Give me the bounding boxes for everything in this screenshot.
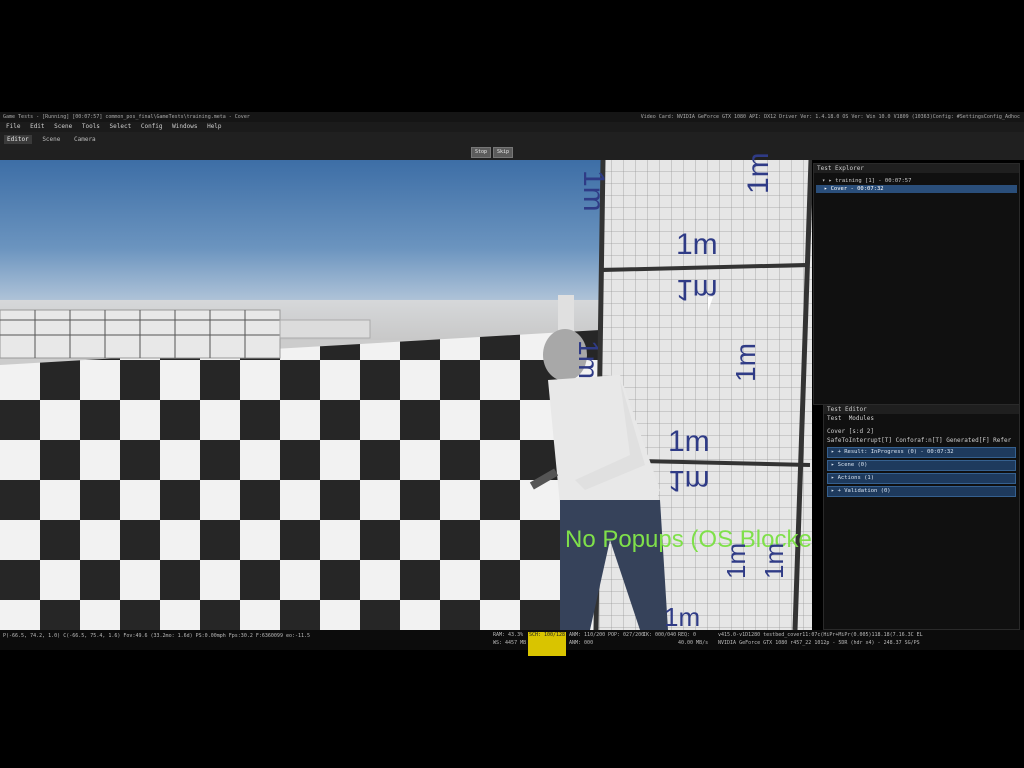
sch-stat: SCH: 100/128 <box>528 632 566 638</box>
tree-item-cover[interactable]: ▸ Cover - 00:07:32 <box>816 185 1017 193</box>
tab-editor[interactable]: Editor <box>4 135 32 144</box>
anm-stat: ANM: 110/200 <box>569 632 606 638</box>
wall-label: 1m <box>577 170 610 212</box>
sch-stat-highlight: SCH: 100/128 <box>528 632 566 656</box>
tree-item-training[interactable]: ▾ ▸ training [1] - 00:07:57 <box>814 177 1019 185</box>
test-explorer-panel: Test Explorer ▾ ▸ training [1] - 00:07:5… <box>813 163 1020 405</box>
window-title: Game Tests - [Running] [00:07:57] common… <box>3 114 250 120</box>
wall-label: 1m <box>742 152 775 194</box>
req-stat: REQ: 0 <box>678 632 697 638</box>
menu-help[interactable]: Help <box>207 123 221 130</box>
stop-button[interactable]: Stop <box>471 147 491 158</box>
menu-edit[interactable]: Edit <box>30 123 44 130</box>
menu-select[interactable]: Select <box>110 123 132 130</box>
system-info: Video Card: NVIDIA GeForce GTX 1080 API:… <box>640 114 1020 120</box>
test-editor-panel: Test Editor Test Modules Cover [s:d 2] S… <box>823 404 1020 630</box>
tab-scene[interactable]: Scene <box>39 135 63 144</box>
test-explorer-title: Test Explorer <box>814 164 1019 173</box>
wall-label: 1m <box>759 542 789 579</box>
section-actions[interactable]: ▸ Actions (1) <box>827 473 1016 484</box>
menu-config[interactable]: Config <box>141 123 163 130</box>
working-set: WS: 4457 MB <box>493 640 527 646</box>
status-bar: P(-66.5, 74.2, 1.0) C(-66.5, 75.4, 1.6) … <box>0 630 1024 650</box>
menu-bar: File Edit Scene Tools Select Config Wind… <box>0 122 1024 132</box>
tab-test[interactable]: Test <box>827 415 841 422</box>
wall-label: 1m <box>668 425 710 458</box>
mouse-cursor-icon <box>708 297 718 311</box>
menu-scene[interactable]: Scene <box>54 123 72 130</box>
anm-stat-2: ANM: 000 <box>569 640 594 646</box>
menu-tools[interactable]: Tools <box>82 123 100 130</box>
ram-usage: RAM: 43.3% <box>493 632 524 638</box>
skip-button[interactable]: Skip <box>493 147 513 158</box>
wall-label: 1m <box>573 340 604 379</box>
menu-file[interactable]: File <box>6 123 20 130</box>
gpu-info: NVIDIA GeForce GTX 1080 r457_22 1012p - … <box>718 640 920 646</box>
test-editor-title: Test Editor <box>824 405 1019 414</box>
tab-modules[interactable]: Modules <box>849 415 874 422</box>
test-editor-tabs: Test Modules <box>824 414 1019 423</box>
test-flags: SafeToInterrupt[T] Conforaf:n[T] Generat… <box>827 437 1012 444</box>
ik-stat: IK: 000/040 <box>643 632 677 638</box>
build-info: v415.0-v1D1280 testbed_cover11:07c(HiPr+… <box>718 632 923 638</box>
wall-label: 1m <box>668 464 710 497</box>
tab-camera[interactable]: Camera <box>71 135 99 144</box>
section-scene[interactable]: ▸ Scene (0) <box>827 460 1016 471</box>
pop-stat: POP: 027/200 <box>608 632 645 638</box>
camera-position: P(-66.5, 74.2, 1.0) C(-66.5, 75.4, 1.6) … <box>3 633 311 639</box>
wall-label: 1m <box>730 343 761 382</box>
bandwidth-stat: 40.00 MB/s <box>678 640 709 646</box>
section-result[interactable]: ▸ + Result: InProgress (0) - 00:07:32 <box>827 447 1016 458</box>
section-validation[interactable]: ▸ + Validation (0) <box>827 486 1016 497</box>
test-name: Cover [s:d 2] <box>827 428 874 435</box>
wall-label: 1m <box>721 542 751 579</box>
title-bar: Game Tests - [Running] [00:07:57] common… <box>0 112 1024 122</box>
menu-windows[interactable]: Windows <box>172 123 197 130</box>
wall-label: 1m <box>664 602 701 632</box>
wall-label: 1m <box>676 228 718 261</box>
